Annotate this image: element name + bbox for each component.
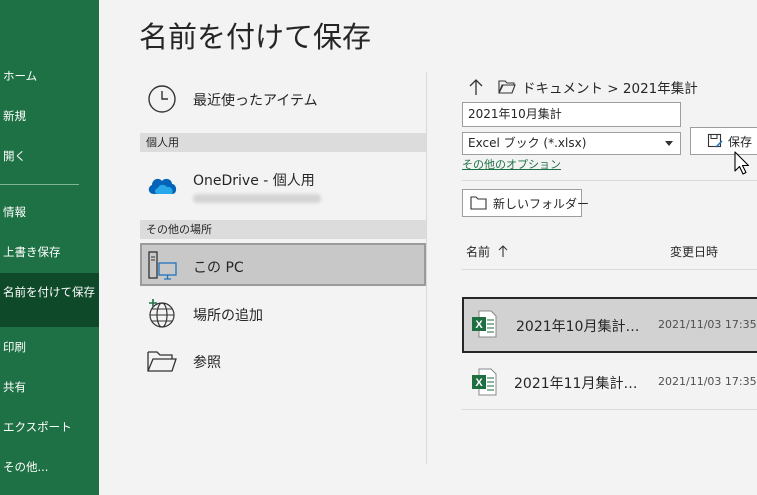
excel-file-icon: X [471, 310, 497, 338]
location-add-place-label: 場所の追加 [193, 308, 263, 324]
section-personal: 個人用 [140, 133, 426, 152]
location-browse[interactable]: 参照 [140, 344, 426, 378]
file-name: 2021年11月集計… [514, 376, 638, 392]
sidebar-item-new[interactable]: 新規 [0, 109, 99, 123]
folder-icon [498, 79, 516, 95]
more-options-link[interactable]: その他のオプション [462, 156, 561, 172]
onedrive-cloud-icon [146, 169, 178, 201]
list-bottom-separator [462, 409, 757, 410]
mouse-pointer-icon [734, 151, 752, 177]
file-row[interactable]: X 2021年10月集計… 2021/11/03 17:35 [462, 297, 757, 353]
sidebar-item-more[interactable]: その他... [0, 460, 99, 474]
panel-divider [426, 72, 427, 464]
sidebar-item-open[interactable]: 開く [0, 149, 99, 163]
sidebar-item-share[interactable]: 共有 [0, 380, 99, 394]
file-row[interactable]: X 2021年11月集計… 2021/11/03 17:35 [462, 355, 757, 411]
location-onedrive-label: OneDrive - 個人用 [193, 173, 315, 189]
save-as-screen: ホーム 新規 開く 情報 上書き保存 名前を付けて保存 印刷 共有 エクスポート… [0, 0, 757, 495]
sidebar-item-save[interactable]: 上書き保存 [0, 245, 99, 259]
new-folder-icon [470, 196, 487, 210]
filetype-select[interactable]: Excel ブック (*.xlsx) [462, 132, 681, 155]
backstage-sidebar: ホーム 新規 開く 情報 上書き保存 名前を付けて保存 印刷 共有 エクスポート… [0, 0, 99, 495]
onedrive-account-redacted [193, 194, 321, 203]
breadcrumb-path[interactable]: ドキュメント > 2021年集計 [522, 77, 698, 97]
location-recent-label: 最近使ったアイテム [193, 93, 318, 109]
file-date: 2021/11/03 17:35 [658, 318, 757, 331]
location-this-pc-label: この PC [193, 260, 244, 276]
file-name: 2021年10月集計… [516, 319, 640, 335]
location-onedrive[interactable]: OneDrive - 個人用 [140, 160, 426, 210]
folder-open-icon [146, 345, 178, 377]
breadcrumb: ドキュメント > 2021年集計 [466, 76, 698, 98]
location-add-place[interactable]: 場所の追加 [140, 296, 426, 332]
excel-file-icon: X [471, 368, 497, 396]
save-disk-icon [707, 133, 723, 149]
filename-input[interactable]: 2021年10月集計 [462, 102, 681, 127]
chevron-down-icon [665, 141, 673, 146]
header-separator [462, 269, 757, 270]
column-header-name-label: 名前 [466, 245, 491, 259]
sidebar-item-export[interactable]: エクスポート [0, 420, 99, 434]
up-arrow-icon[interactable] [466, 77, 486, 97]
page-title: 名前を付けて保存 [139, 20, 372, 54]
new-folder-button[interactable]: 新しいフォルダー [462, 189, 589, 217]
column-header-date[interactable]: 変更日時 [670, 243, 718, 260]
file-date: 2021/11/03 17:35 [658, 375, 757, 388]
sidebar-item-save-as[interactable]: 名前を付けて保存 [0, 273, 99, 327]
new-folder-button-label: 新しいフォルダー [493, 196, 590, 211]
location-browse-label: 参照 [193, 355, 221, 371]
column-header-name[interactable]: 名前 [466, 243, 508, 260]
save-button-label: 保存 [728, 134, 753, 149]
location-this-pc[interactable]: この PC [140, 243, 426, 286]
toolbar-separator [462, 180, 757, 181]
svg-text:X: X [475, 377, 483, 389]
location-recent[interactable]: 最近使ったアイテム [140, 80, 426, 118]
pc-icon [146, 249, 178, 281]
sidebar-divider [0, 184, 79, 185]
sidebar-item-info[interactable]: 情報 [0, 205, 99, 219]
section-other-places: その他の場所 [140, 220, 426, 239]
sort-up-arrow-icon [498, 244, 508, 258]
clock-icon [146, 83, 178, 115]
sidebar-item-print[interactable]: 印刷 [0, 340, 99, 354]
filetype-select-value: Excel ブック (*.xlsx) [468, 136, 587, 150]
svg-text:X: X [475, 319, 483, 331]
sidebar-item-home[interactable]: ホーム [0, 69, 99, 83]
globe-add-icon [146, 298, 178, 330]
